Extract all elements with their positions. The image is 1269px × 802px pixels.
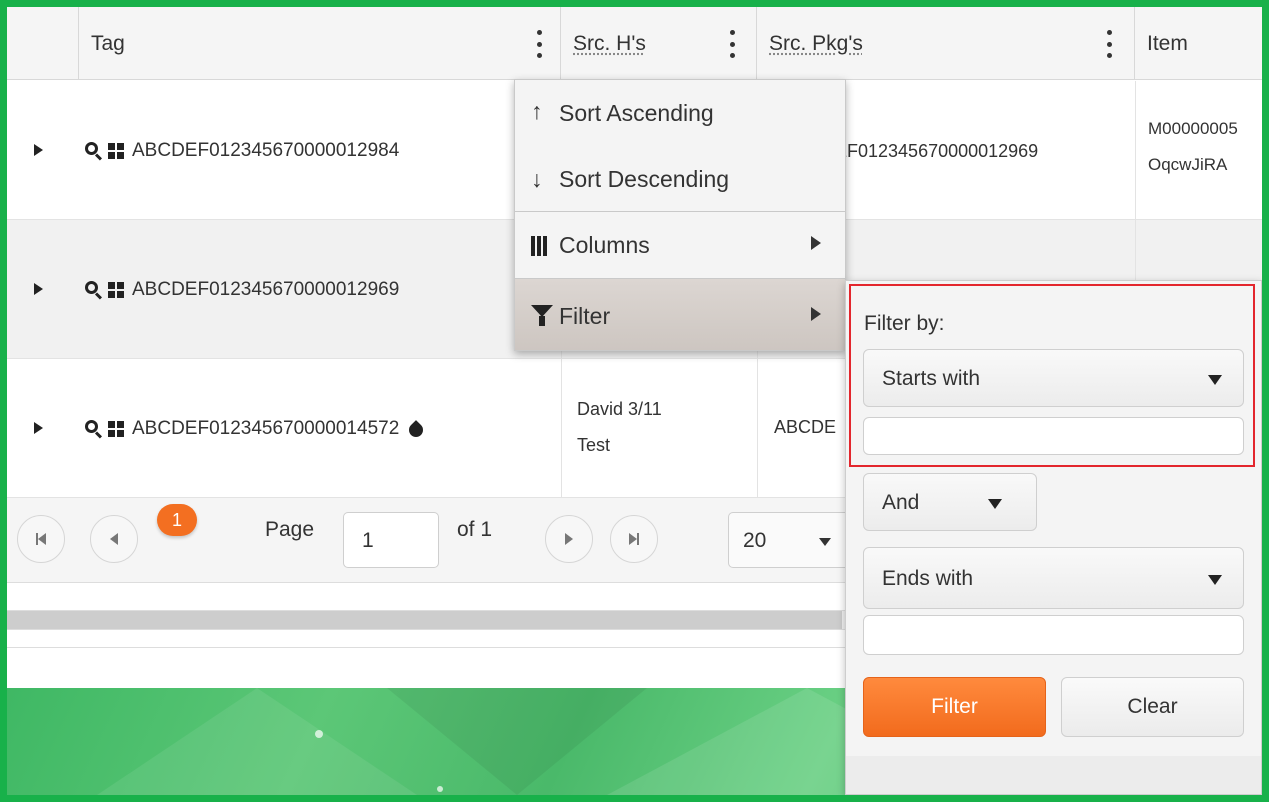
- columns-icon: [531, 236, 547, 256]
- header-src-pkgs-label: Src. Pkg's: [769, 32, 863, 55]
- filter-panel: Filter by: Starts with And Ends with Fil…: [845, 280, 1262, 795]
- search-icon[interactable]: [85, 142, 103, 161]
- tag-cell: ABCDEF012345670000012969: [85, 220, 399, 359]
- of-pages-label: of 1: [457, 518, 493, 541]
- header-item[interactable]: Item: [1135, 7, 1262, 80]
- current-page-badge[interactable]: 1: [157, 504, 197, 536]
- src-pkg-value: ABCDE: [774, 417, 837, 437]
- chevron-right-icon: [811, 236, 821, 250]
- filter-by-label: Filter by:: [864, 312, 945, 335]
- tag-value: ABCDEF012345670000012984: [132, 139, 400, 161]
- chevron-right-icon: [811, 307, 821, 321]
- page-size-select[interactable]: 20: [728, 512, 858, 568]
- expand-row-icon[interactable]: [34, 144, 43, 156]
- drop-icon: [406, 420, 427, 440]
- menu-item-filter[interactable]: Filter: [515, 279, 845, 350]
- column-menu-icon[interactable]: [534, 30, 544, 58]
- tag-cell: ABCDEF012345670000014572: [85, 359, 427, 498]
- grid-icon[interactable]: [108, 420, 124, 437]
- arrow-up-icon: ↑: [531, 98, 543, 124]
- filter-operator-select-1[interactable]: Starts with: [863, 349, 1244, 407]
- page-input[interactable]: 1: [343, 512, 439, 568]
- header-src-hs-label: Src. H's: [573, 32, 646, 55]
- next-page-button[interactable]: [545, 515, 593, 563]
- header-tag-label: Tag: [91, 32, 125, 55]
- grid-icon[interactable]: [108, 281, 124, 298]
- item-value-line2: OqcwJiRA: [1148, 155, 1228, 174]
- src-pkg-value: EF012345670000012969: [835, 141, 1039, 161]
- filter-value-input-1[interactable]: [863, 417, 1244, 455]
- filter-operator-select-2[interactable]: Ends with: [863, 547, 1244, 609]
- filter-value-input-2[interactable]: [863, 615, 1244, 655]
- grid-icon[interactable]: [108, 142, 124, 159]
- arrow-down-icon: ↓: [531, 166, 543, 192]
- search-icon[interactable]: [85, 281, 103, 300]
- clear-button[interactable]: Clear: [1061, 677, 1244, 737]
- src-h-value-line1: David 3/11: [577, 399, 662, 419]
- expand-row-icon[interactable]: [34, 283, 43, 295]
- grid-header: Tag Src. H's Src. Pkg's Item: [7, 7, 1262, 80]
- first-page-button[interactable]: [17, 515, 65, 563]
- item-value-line1: M00000005: [1148, 119, 1238, 138]
- last-page-button[interactable]: [610, 515, 658, 563]
- column-menu: ↑ Sort Ascending ↓ Sort Descending Colum…: [514, 79, 846, 351]
- column-menu-icon[interactable]: [1104, 30, 1114, 58]
- header-expand-column: [7, 7, 79, 80]
- tag-value: ABCDEF012345670000014572: [132, 417, 400, 439]
- header-tag[interactable]: Tag: [79, 7, 561, 80]
- tag-cell: ABCDEF012345670000012984: [85, 81, 399, 220]
- header-item-label: Item: [1147, 32, 1188, 55]
- tag-value: ABCDEF012345670000012969: [132, 278, 400, 300]
- filter-button[interactable]: Filter: [863, 677, 1046, 737]
- chevron-down-icon: [819, 538, 831, 546]
- scrollbar-thumb[interactable]: [7, 611, 842, 629]
- chevron-down-icon: [1208, 575, 1222, 585]
- search-icon[interactable]: [85, 420, 103, 439]
- menu-item-columns[interactable]: Columns: [515, 212, 845, 278]
- filter-logic-select[interactable]: And: [863, 473, 1037, 531]
- menu-item-sort-descending[interactable]: ↓ Sort Descending: [515, 144, 845, 210]
- src-h-value-line2: Test: [577, 435, 611, 455]
- column-menu-icon[interactable]: [727, 30, 737, 58]
- page-size-value: 20: [743, 529, 767, 552]
- header-src-pkgs[interactable]: Src. Pkg's: [757, 7, 1135, 80]
- expand-row-icon[interactable]: [34, 422, 43, 434]
- header-src-hs[interactable]: Src. H's: [561, 7, 757, 80]
- previous-page-button[interactable]: [90, 515, 138, 563]
- page-label: Page: [265, 518, 315, 541]
- chevron-down-icon: [988, 499, 1002, 509]
- menu-item-sort-ascending[interactable]: ↑ Sort Ascending: [515, 80, 845, 144]
- chevron-down-icon: [1208, 375, 1222, 385]
